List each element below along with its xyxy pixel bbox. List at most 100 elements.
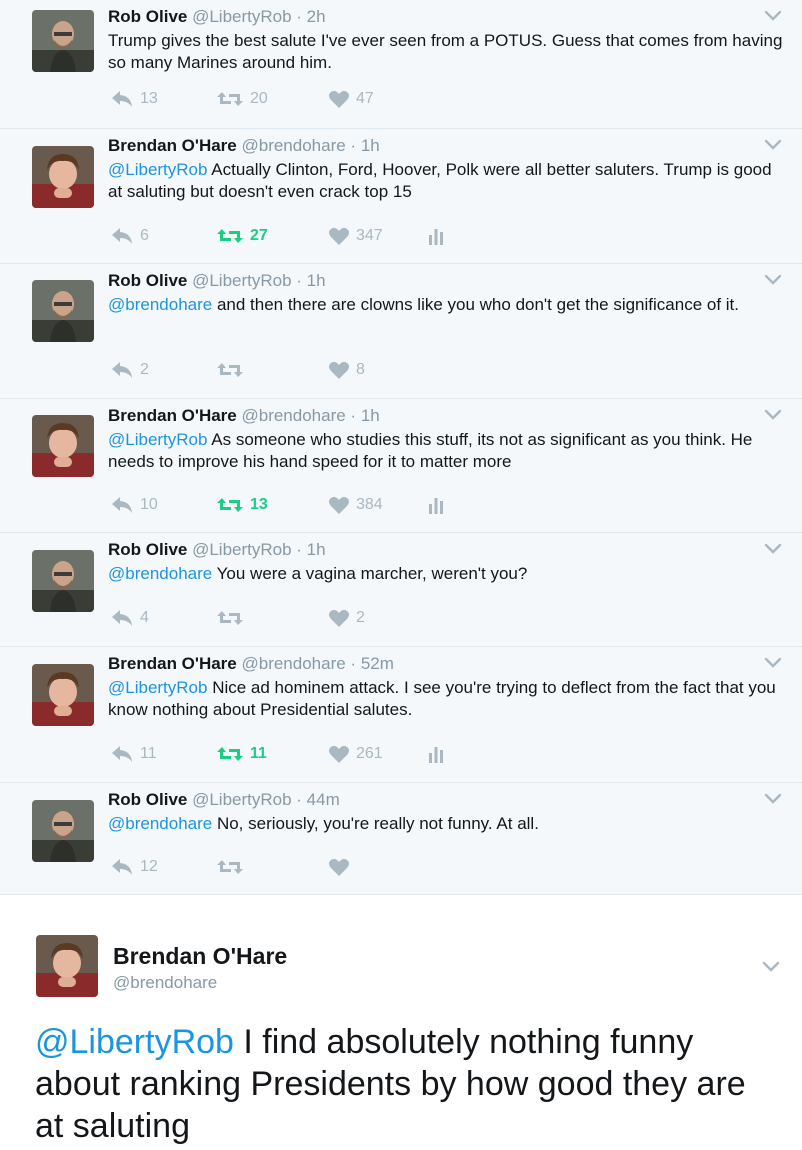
like-button[interactable]: 347 — [328, 224, 383, 248]
like-button[interactable]: 8 — [328, 358, 365, 382]
author-handle[interactable]: @brendohare — [241, 406, 345, 425]
author-handle[interactable]: @brendohare — [241, 136, 345, 155]
reply-button[interactable]: 11 — [110, 742, 157, 766]
chevron-down-icon[interactable] — [762, 787, 784, 809]
analytics-button[interactable] — [428, 742, 444, 766]
author-handle[interactable]: @brendohare — [113, 973, 217, 993]
reply-icon — [112, 746, 132, 762]
tweet-time[interactable]: 44m — [307, 790, 340, 809]
like-button[interactable] — [328, 855, 350, 879]
tweet-time[interactable]: 1h — [361, 136, 380, 155]
chevron-down-icon[interactable] — [760, 955, 782, 977]
like-button[interactable]: 2 — [328, 606, 365, 630]
retweet-button[interactable] — [216, 606, 244, 630]
chevron-down-icon[interactable] — [762, 403, 784, 425]
like-icon — [329, 609, 349, 627]
tweet-time[interactable]: 1h — [307, 540, 326, 559]
retweet-count: 27 — [250, 227, 268, 244]
retweet-icon — [217, 747, 243, 761]
like-icon — [329, 858, 349, 876]
author-handle[interactable]: @LibertyRob — [192, 540, 291, 559]
reply-button[interactable]: 2 — [110, 358, 149, 382]
tweet-time[interactable]: 52m — [361, 654, 394, 673]
tweet[interactable]: Rob Olive @LibertyRob · 1h @brendohare a… — [0, 264, 802, 399]
retweet-icon — [217, 363, 243, 377]
mention-link[interactable]: @LibertyRob — [108, 430, 207, 449]
author-handle[interactable]: @LibertyRob — [192, 790, 291, 809]
reply-count: 6 — [140, 227, 149, 244]
mention-link[interactable]: @LibertyRob — [35, 1023, 234, 1061]
analytics-button[interactable] — [428, 224, 444, 248]
avatar[interactable] — [32, 415, 94, 477]
author-handle[interactable]: @LibertyRob — [192, 271, 291, 290]
avatar[interactable] — [32, 664, 94, 726]
avatar[interactable] — [32, 800, 94, 862]
like-icon — [329, 496, 349, 514]
chevron-down-icon[interactable] — [762, 651, 784, 673]
tweet-text: Trump gives the best salute I've ever se… — [108, 31, 783, 72]
reply-button[interactable]: 4 — [110, 606, 149, 630]
like-button[interactable]: 261 — [328, 742, 383, 766]
tweet-text: @brendohare and then there are clowns li… — [108, 295, 740, 314]
avatar[interactable] — [32, 550, 94, 612]
retweet-icon — [217, 611, 243, 625]
tweet[interactable]: Brendan O'Hare @brendohare · 52m @Libert… — [0, 647, 802, 783]
author-name[interactable]: Rob Olive — [108, 271, 187, 290]
mention-link[interactable]: @brendohare — [108, 564, 212, 583]
tweet-time[interactable]: 1h — [361, 406, 380, 425]
reply-count: 13 — [140, 90, 158, 107]
chevron-down-icon[interactable] — [762, 4, 784, 26]
mention-link[interactable]: @LibertyRob — [108, 160, 207, 179]
retweet-button[interactable]: 27 — [216, 224, 268, 248]
avatar[interactable] — [32, 146, 94, 208]
author-name[interactable]: Rob Olive — [108, 7, 187, 26]
retweet-button[interactable]: 20 — [216, 87, 268, 111]
author-name[interactable]: Brendan O'Hare — [108, 654, 237, 673]
retweet-count: 20 — [250, 90, 268, 107]
tweet[interactable]: Rob Olive @LibertyRob · 1h @brendohare Y… — [0, 533, 802, 647]
retweet-button[interactable]: 13 — [216, 493, 268, 517]
retweet-icon — [217, 92, 243, 106]
author-name[interactable]: Brendan O'Hare — [108, 406, 237, 425]
author-name[interactable]: Rob Olive — [108, 790, 187, 809]
avatar[interactable] — [36, 935, 98, 997]
retweet-button[interactable]: 11 — [216, 742, 267, 766]
author-handle[interactable]: @LibertyRob — [192, 7, 291, 26]
tweet-time[interactable]: 1h — [307, 271, 326, 290]
tweet-time[interactable]: 2h — [307, 7, 326, 26]
avatar[interactable] — [32, 10, 94, 72]
reply-button[interactable]: 13 — [110, 87, 158, 111]
like-button[interactable]: 47 — [328, 87, 374, 111]
analytics-icon — [429, 229, 443, 245]
reply-count: 4 — [140, 609, 149, 626]
analytics-button[interactable] — [428, 493, 444, 517]
retweet-button[interactable] — [216, 855, 244, 879]
avatar[interactable] — [32, 280, 94, 342]
analytics-icon — [429, 747, 443, 763]
tweet[interactable]: Brendan O'Hare @brendohare · 1h @Liberty… — [0, 129, 802, 264]
retweet-button[interactable] — [216, 358, 244, 382]
reply-button[interactable]: 12 — [110, 855, 158, 879]
author-name[interactable]: Rob Olive — [108, 540, 187, 559]
tweet[interactable]: Rob Olive @LibertyRob · 2h Trump gives t… — [0, 0, 802, 129]
mention-link[interactable]: @LibertyRob — [108, 678, 207, 697]
author-name[interactable]: Brendan O'Hare — [108, 136, 237, 155]
tweet[interactable]: Brendan O'Hare @brendohare · 1h @Liberty… — [0, 399, 802, 533]
chevron-down-icon[interactable] — [762, 268, 784, 290]
mention-link[interactable]: @brendohare — [108, 814, 212, 833]
reply-count: 11 — [140, 745, 157, 762]
author-handle[interactable]: @brendohare — [241, 654, 345, 673]
author-name[interactable]: Brendan O'Hare — [113, 943, 287, 970]
chevron-down-icon[interactable] — [762, 537, 784, 559]
reply-button[interactable]: 10 — [110, 493, 158, 517]
tweet-text: @LibertyRob Actually Clinton, Ford, Hoov… — [108, 160, 772, 201]
chevron-down-icon[interactable] — [762, 133, 784, 155]
reply-icon — [112, 362, 132, 378]
mention-link[interactable]: @brendohare — [108, 295, 212, 314]
like-count: 47 — [356, 90, 374, 107]
like-button[interactable]: 384 — [328, 493, 383, 517]
tweet-text: @brendohare You were a vagina marcher, w… — [108, 564, 528, 583]
reply-button[interactable]: 6 — [110, 224, 149, 248]
tweet-text: @LibertyRob I find absolutely nothing fu… — [35, 1023, 746, 1145]
tweet[interactable]: Rob Olive @LibertyRob · 44m @brendohare … — [0, 783, 802, 895]
